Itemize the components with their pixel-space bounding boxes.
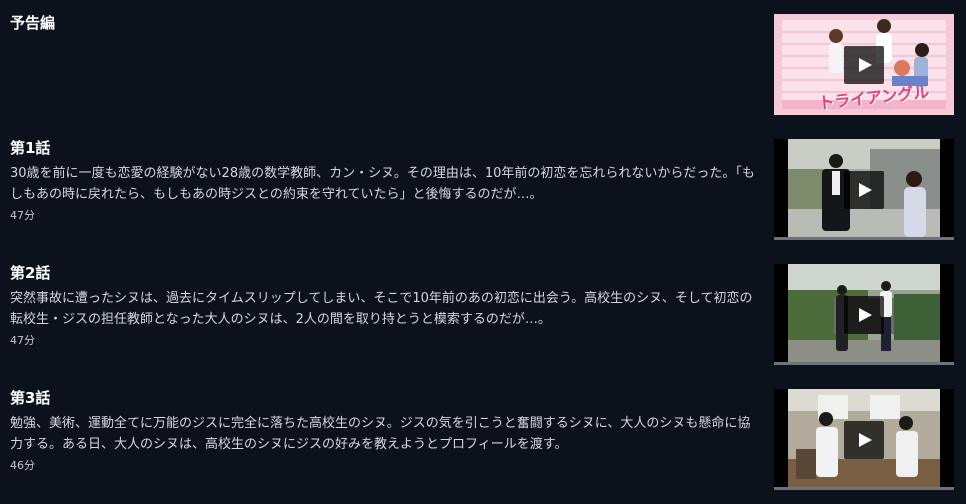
episode-duration: 47分	[10, 334, 35, 347]
episode-title: 第3話	[10, 389, 51, 407]
episode-title: 予告編	[10, 14, 56, 32]
episode-thumbnail[interactable]: トライアングル	[774, 14, 954, 115]
progress-bar	[774, 237, 954, 240]
episode-thumbnail[interactable]	[774, 389, 954, 490]
episode-thumbnail[interactable]	[774, 264, 954, 365]
episode-duration: 47分	[10, 209, 35, 222]
episode-row-1[interactable]: 第1話 30歳を前に一度も恋愛の経験がない28歳の数学教師、カン・シヌ。その理由…	[0, 125, 966, 240]
episode-description: 勉強、美術、運動全てに万能のジスに完全に落ちた高校生のシヌ。ジスの気を引こうと奮…	[10, 416, 751, 452]
episode-duration: 46分	[10, 459, 35, 472]
episode-description: 30歳を前に一度も恋愛の経験がない28歳の数学教師、カン・シヌ。その理由は、10…	[10, 166, 755, 202]
play-icon	[859, 308, 872, 322]
play-button[interactable]	[844, 171, 884, 209]
episode-row-2[interactable]: 第2話 突然事故に遭ったシヌは、過去にタイムスリップしてしまい、そこで10年前の…	[0, 250, 966, 365]
episode-row-3[interactable]: 第3話 勉強、美術、運動全てに万能のジスに完全に落ちた高校生のシヌ。ジスの気を引…	[0, 375, 966, 490]
episode-title: 第2話	[10, 264, 51, 282]
play-button[interactable]	[844, 46, 884, 84]
progress-bar	[774, 487, 954, 490]
episode-row-trailer[interactable]: 予告編 トライアングル	[0, 0, 966, 115]
progress-bar	[774, 362, 954, 365]
episode-description: 突然事故に遭ったシヌは、過去にタイムスリップしてしまい、そこで10年前のあの初恋…	[10, 291, 753, 327]
episode-thumbnail[interactable]	[774, 139, 954, 240]
episode-title: 第1話	[10, 139, 51, 157]
play-icon	[859, 58, 872, 72]
play-button[interactable]	[844, 421, 884, 459]
play-icon	[859, 183, 872, 197]
play-icon	[859, 433, 872, 447]
play-button[interactable]	[844, 296, 884, 334]
